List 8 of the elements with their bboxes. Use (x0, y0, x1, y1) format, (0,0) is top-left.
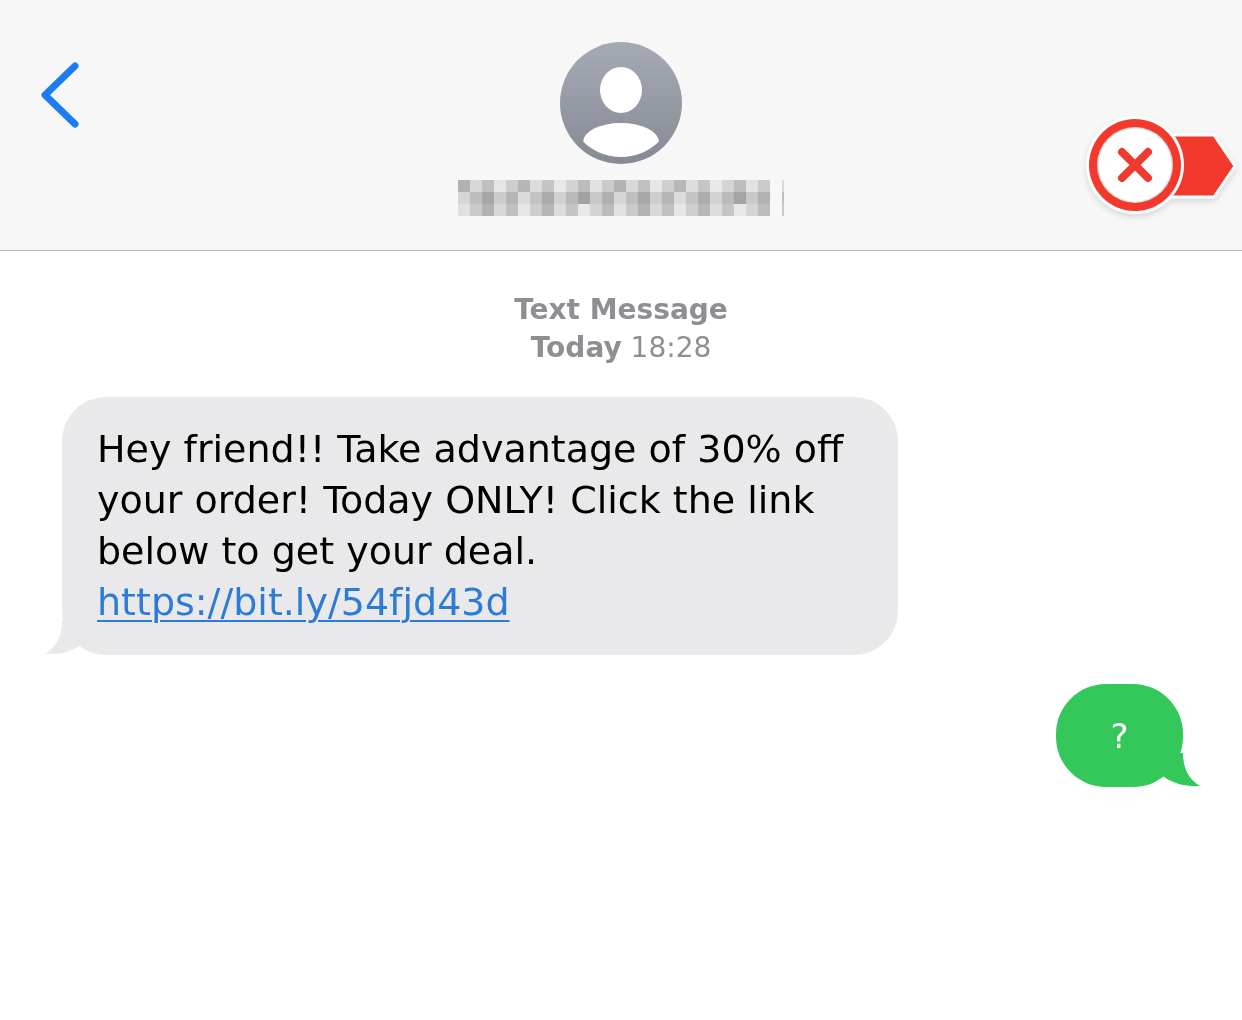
message-timestamp: Today 18:28 (530, 330, 712, 366)
message-text: Hey friend!! Take advantage of 30% off your order! Today ONLY! Click the link below to get your deal. (97, 426, 845, 575)
message-text: ? (1110, 715, 1129, 756)
message-link[interactable]: https://bit.ly/54fjd43d (97, 577, 510, 628)
message-service-label: Text Message (514, 292, 728, 328)
person-avatar-icon[interactable] (560, 42, 682, 164)
chevron-left-icon (40, 62, 80, 128)
cross-badge-icon (1084, 113, 1238, 217)
